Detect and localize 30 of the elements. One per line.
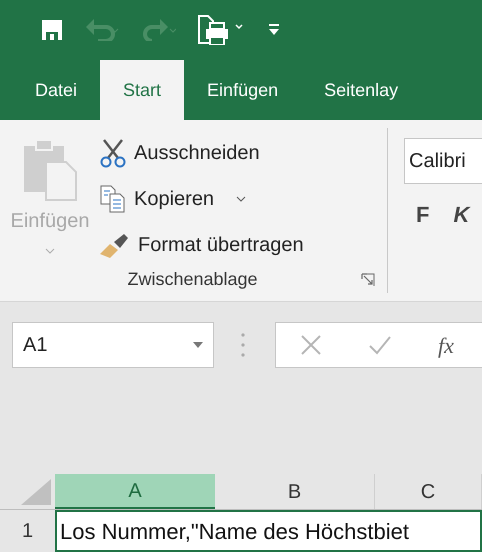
row-header[interactable]: 1	[0, 510, 55, 552]
corner-triangle-icon	[21, 479, 51, 505]
italic-button[interactable]: K	[453, 198, 470, 231]
clipboard-icon	[22, 138, 78, 202]
column-header[interactable]: A	[55, 474, 215, 509]
group-label: Zwischenablage	[126, 268, 259, 291]
name-box[interactable]: A1	[12, 322, 214, 368]
font-name-field[interactable]: Calibri	[404, 138, 482, 184]
paintbrush-icon	[100, 232, 130, 258]
grip-icon	[241, 332, 245, 358]
format-painter-button[interactable]: Format übertragen	[100, 224, 304, 266]
cut-button[interactable]: Ausschneiden	[100, 132, 304, 174]
dropdown-arrow-icon[interactable]	[193, 342, 203, 348]
copy-icon	[100, 185, 126, 213]
checkmark-icon[interactable]	[368, 335, 392, 355]
save-icon[interactable]	[40, 18, 64, 42]
insert-function-button[interactable]: fx	[438, 328, 454, 362]
customize-toolbar-icon[interactable]	[268, 24, 280, 36]
scissors-icon	[100, 138, 126, 168]
caret-icon	[45, 248, 55, 254]
bold-button[interactable]: F	[416, 198, 430, 231]
ribbon-tab[interactable]: Datei	[12, 60, 100, 120]
table-cell[interactable]: Los Nummer,"Name des Höchstbiet	[55, 510, 482, 552]
ribbon-tab[interactable]: Start	[100, 60, 184, 120]
ribbon-tab[interactable]: Einfügen	[184, 60, 302, 120]
dialog-launcher-icon[interactable]	[361, 272, 375, 286]
caret-icon	[236, 196, 246, 202]
cell-reference: A1	[23, 333, 48, 358]
ribbon-tab[interactable]: Seitenlay	[301, 60, 422, 120]
copy-button[interactable]: Kopieren	[100, 178, 304, 220]
